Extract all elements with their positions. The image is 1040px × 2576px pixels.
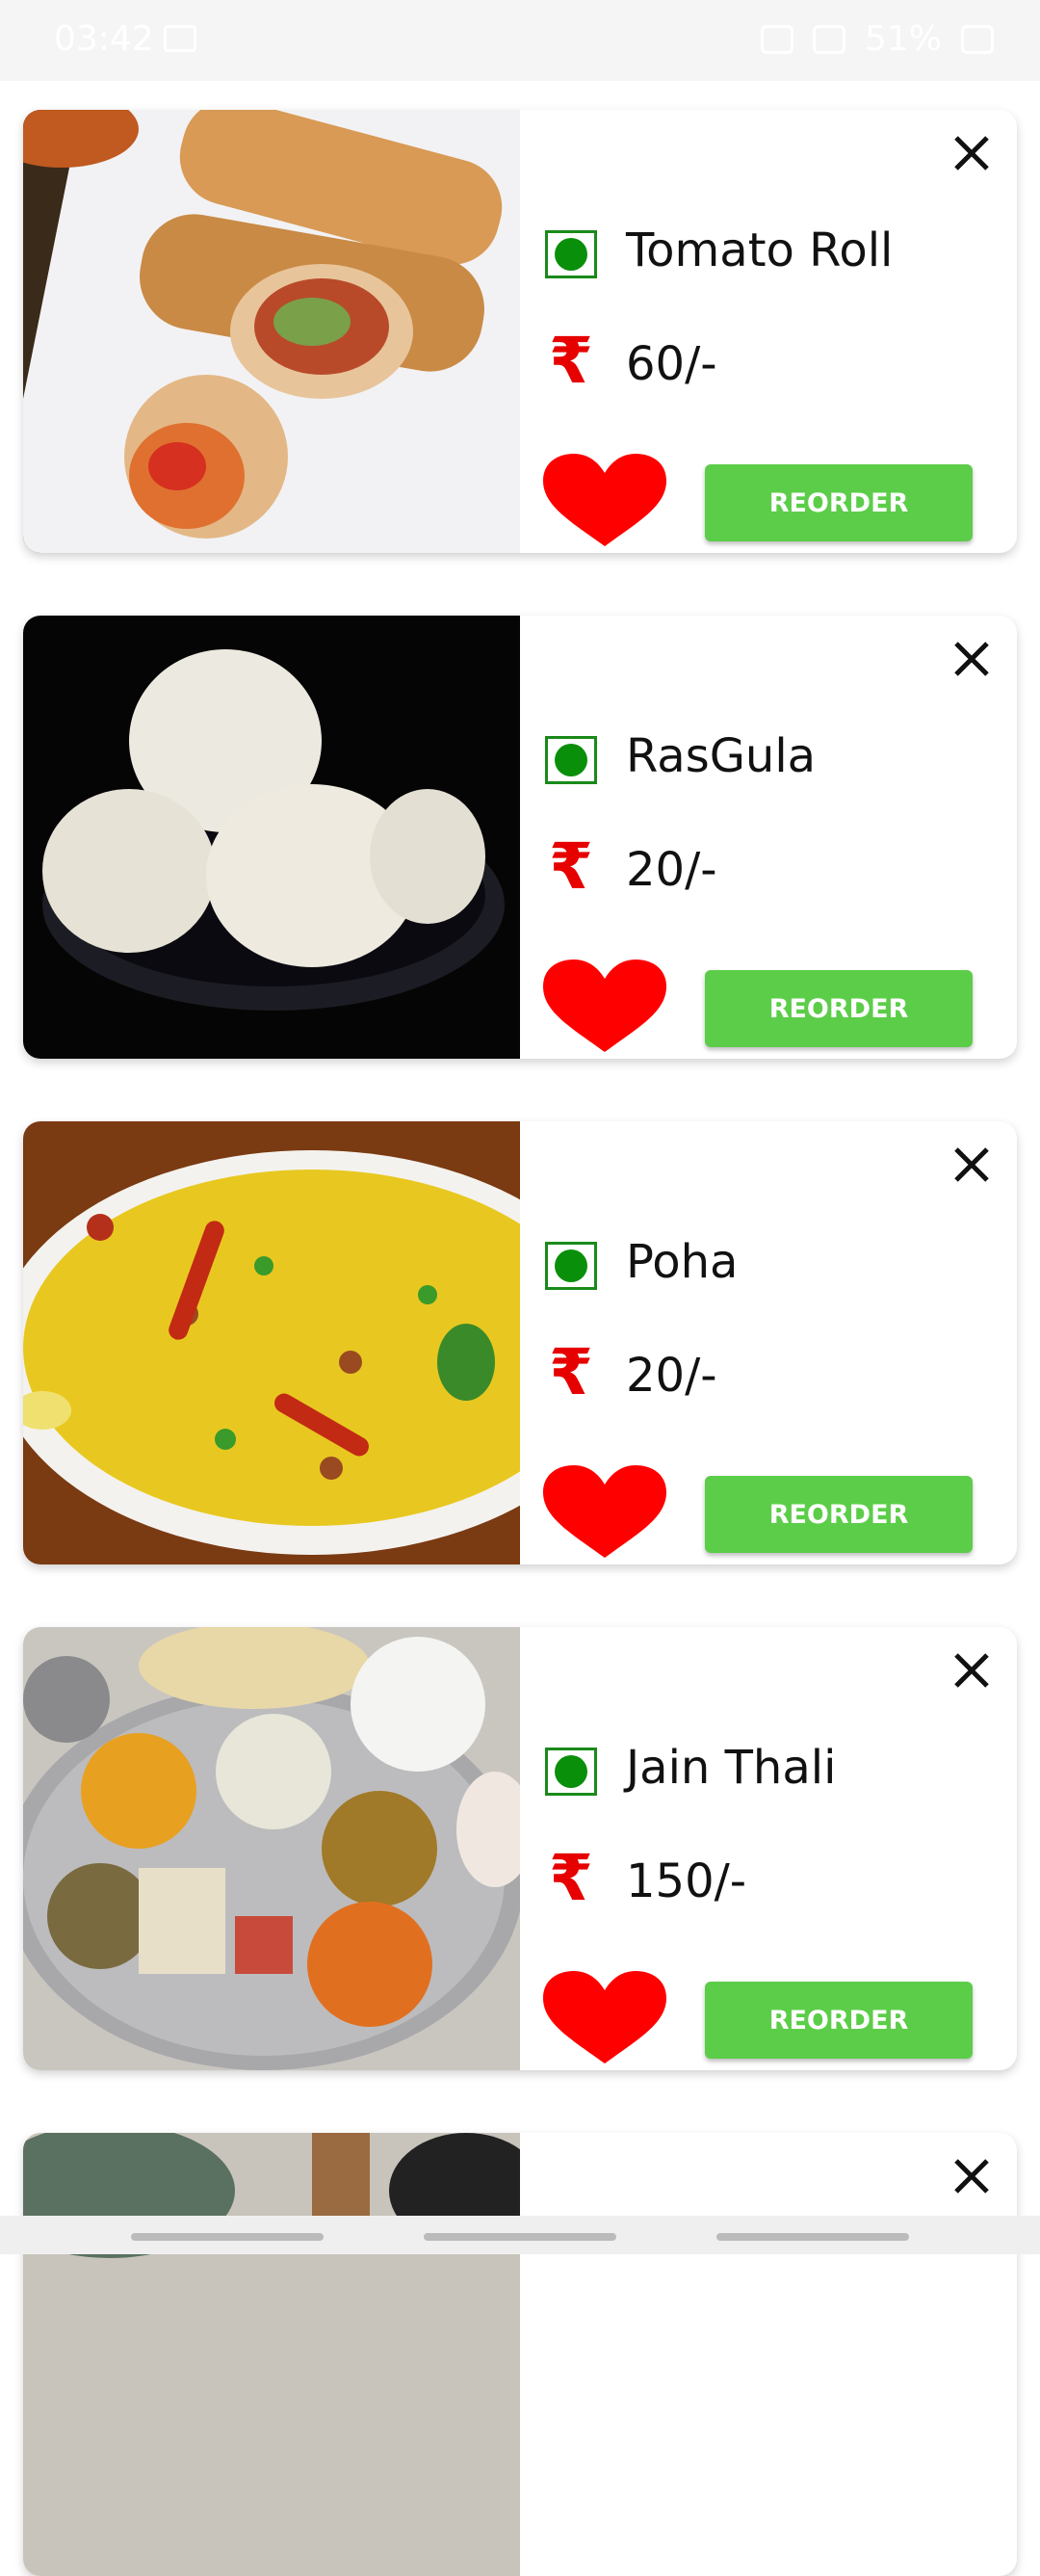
heart-icon[interactable]: [541, 452, 668, 548]
nav-recents-button[interactable]: [131, 2233, 324, 2241]
rupee-icon: ₹: [549, 1335, 593, 1409]
rasgulla-image: [23, 616, 520, 1059]
order-card: [23, 2133, 1017, 2576]
order-card: RasGula ₹ 20/- REORDER: [23, 616, 1017, 1059]
close-icon[interactable]: [948, 1141, 996, 1189]
veg-indicator-icon: [545, 1242, 597, 1290]
veg-indicator-icon: [545, 230, 597, 278]
item-price: 20/-: [626, 1349, 717, 1403]
battery-icon: [961, 24, 994, 54]
item-price: 150/-: [626, 1854, 747, 1908]
heart-icon[interactable]: [541, 1463, 668, 1560]
close-icon[interactable]: [948, 1646, 996, 1695]
close-icon[interactable]: [948, 129, 996, 177]
item-price: 60/-: [626, 337, 717, 391]
close-icon[interactable]: [948, 2152, 996, 2200]
item-name: Tomato Roll: [626, 223, 894, 277]
item-price: 20/-: [626, 843, 717, 897]
rupee-icon: ₹: [549, 324, 593, 398]
item-name: Poha: [626, 1235, 739, 1289]
nav-home-button[interactable]: [424, 2233, 616, 2241]
nav-back-button[interactable]: [716, 2233, 909, 2241]
order-card: Jain Thali ₹ 150/- REORDER: [23, 1627, 1017, 2070]
spring-roll-image: [23, 110, 520, 553]
rupee-icon: ₹: [549, 829, 593, 904]
navigation-bar: [0, 2216, 1040, 2254]
rupee-icon: ₹: [549, 1841, 593, 1915]
reorder-button[interactable]: REORDER: [705, 970, 973, 1047]
close-icon[interactable]: [948, 635, 996, 683]
wifi-icon: [812, 24, 845, 54]
food-image: [23, 2133, 520, 2576]
heart-icon[interactable]: [541, 1969, 668, 2065]
battery-percent: 51%: [864, 19, 942, 59]
reorder-button[interactable]: REORDER: [705, 1476, 973, 1553]
veg-indicator-icon: [545, 1748, 597, 1796]
item-name: RasGula: [626, 729, 817, 783]
status-time: 03:42: [54, 19, 154, 59]
reorder-button[interactable]: REORDER: [705, 464, 973, 541]
item-name: Jain Thali: [626, 1741, 837, 1795]
gallery-notification-icon: [164, 25, 196, 52]
thali-image: [23, 1627, 520, 2070]
veg-indicator-icon: [545, 736, 597, 784]
status-bar: 03:42 51%: [0, 0, 1040, 81]
poha-image: [23, 1121, 520, 1564]
alarm-icon: [760, 24, 793, 54]
heart-icon[interactable]: [541, 958, 668, 1054]
order-card: Tomato Roll ₹ 60/- REORDER: [23, 110, 1017, 553]
status-icons: 51%: [760, 19, 994, 59]
order-card: Poha ₹ 20/- REORDER: [23, 1121, 1017, 1564]
reorder-button[interactable]: REORDER: [705, 1982, 973, 2059]
